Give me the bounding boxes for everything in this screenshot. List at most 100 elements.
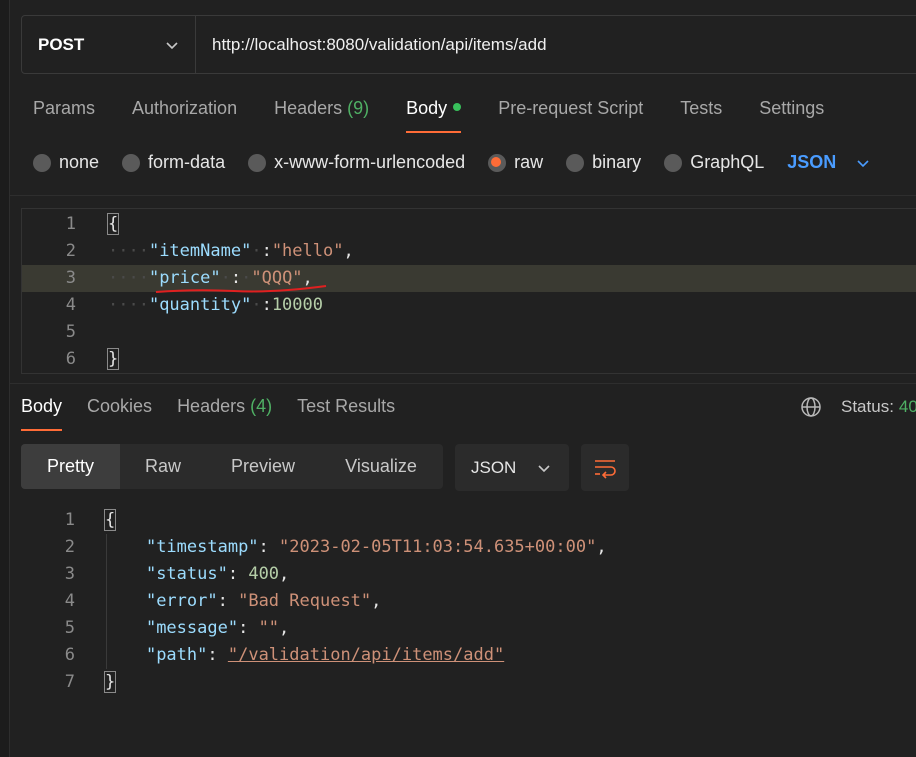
radio-raw[interactable]: raw <box>488 152 543 173</box>
json-value: "Bad Request" <box>238 591 372 611</box>
response-line: 6 "path": "/validation/api/items/add" <box>21 642 916 669</box>
radio-circle <box>122 153 141 172</box>
radio-circle <box>566 153 585 172</box>
tab-test-results[interactable]: Test Results <box>297 396 395 432</box>
view-label: Pretty <box>46 456 94 476</box>
close-brace: } <box>106 348 120 370</box>
tab-label: Pre-request Script <box>498 98 644 118</box>
json-value: 400 <box>248 564 280 584</box>
line-number: 4 <box>65 295 76 315</box>
tab-tests[interactable]: Tests <box>680 98 722 134</box>
response-body[interactable]: 1 { 2 "timestamp": "2023-02-05T11:03:54.… <box>21 507 916 697</box>
tab-body[interactable]: Body <box>406 98 462 134</box>
response-line: 3 "status": 400, <box>21 561 916 588</box>
radio-label: binary <box>592 152 642 172</box>
divider <box>9 195 916 196</box>
tab-response-body[interactable]: Body <box>21 396 63 432</box>
open-brace: { <box>106 213 120 235</box>
json-key: "error" <box>145 591 218 611</box>
response-tabs: Body Cookies Headers (4) Test Results <box>21 396 420 432</box>
json-key: "message" <box>145 618 239 638</box>
radio-label: raw <box>514 152 544 172</box>
line-number: 5 <box>65 322 76 342</box>
tab-response-headers[interactable]: Headers (4) <box>177 396 272 432</box>
radio-form-data[interactable]: form-data <box>122 152 225 173</box>
radio-circle <box>664 153 683 172</box>
line-number: 1 <box>64 510 75 530</box>
radio-circle-selected <box>488 153 507 172</box>
tab-params[interactable]: Params <box>33 98 95 134</box>
radio-binary[interactable]: binary <box>566 152 641 173</box>
json-key: "timestamp" <box>145 537 259 557</box>
json-key: "status" <box>145 564 228 584</box>
radio-label: none <box>59 152 100 172</box>
line-number: 2 <box>65 241 76 261</box>
response-format-select[interactable]: JSON <box>455 444 569 491</box>
body-format-label: JSON <box>787 152 837 172</box>
json-value: 10000 <box>271 295 323 315</box>
status-value: 40 <box>898 397 916 416</box>
wrap-lines-button[interactable] <box>581 444 629 491</box>
radio-urlencoded[interactable]: x-www-form-urlencoded <box>248 152 465 173</box>
radio-none[interactable]: none <box>33 152 99 173</box>
response-line: 4 "error": "Bad Request", <box>21 588 916 615</box>
line-number: 4 <box>64 591 75 611</box>
view-pretty-button[interactable]: Pretty <box>21 444 120 489</box>
request-tabs: Params Authorization Headers (9) Body Pr… <box>33 98 861 134</box>
view-visualize-button[interactable]: Visualize <box>320 444 442 489</box>
json-key: "itemName" <box>148 241 252 261</box>
divider <box>9 383 916 384</box>
radio-graphql[interactable]: GraphQL <box>664 152 764 173</box>
tab-label: Params <box>33 98 96 118</box>
open-brace: { <box>103 509 117 531</box>
response-line: 2 "timestamp": "2023-02-05T11:03:54.635+… <box>21 534 916 561</box>
chevron-down-icon <box>538 464 550 472</box>
tab-label: Headers <box>177 396 246 416</box>
view-preview-button[interactable]: Preview <box>206 444 320 489</box>
chevron-down-icon <box>857 159 869 167</box>
radio-label: GraphQL <box>690 152 765 172</box>
response-line: 7 } <box>21 669 916 696</box>
line-number: 6 <box>64 645 75 665</box>
tab-label: Test Results <box>297 396 396 416</box>
line-number: 3 <box>64 564 75 584</box>
tab-headers[interactable]: Headers (9) <box>274 98 369 134</box>
radio-circle <box>248 153 267 172</box>
json-value: "" <box>258 618 280 638</box>
url-text: http://localhost:8080/validation/api/ite… <box>212 34 547 54</box>
line-number: 3 <box>65 268 76 288</box>
editor-line: 6 } <box>22 346 916 373</box>
code-text: { <box>103 507 117 534</box>
tab-settings[interactable]: Settings <box>759 98 824 134</box>
body-format-select[interactable]: JSON <box>787 152 870 173</box>
response-view-switcher: Pretty Raw Preview Visualize <box>21 444 443 489</box>
path-link[interactable]: "/validation/api/items/add" <box>228 645 504 665</box>
json-key: "quantity" <box>148 295 252 315</box>
code-text: ····"quantity"·:10000 <box>108 295 323 315</box>
json-value: "hello" <box>271 241 344 261</box>
tab-label: Tests <box>680 98 723 118</box>
code-text: ····"itemName"·:"hello", <box>108 241 354 261</box>
response-line: 1 { <box>21 507 916 534</box>
tab-label: Authorization <box>132 98 238 118</box>
code-text: { <box>106 211 120 238</box>
code-text: } <box>106 346 120 373</box>
tab-authorization[interactable]: Authorization <box>132 98 237 134</box>
url-input[interactable]: http://localhost:8080/validation/api/ite… <box>196 16 916 73</box>
radio-circle <box>33 153 51 172</box>
tab-cookies[interactable]: Cookies <box>87 396 152 432</box>
view-label: Raw <box>144 456 181 476</box>
tab-pre-request-script[interactable]: Pre-request Script <box>498 98 643 134</box>
status-label: Status: <box>841 397 894 416</box>
response-line: 5 "message": "", <box>21 615 916 642</box>
red-underline-annotation <box>155 285 327 293</box>
method-label: POST <box>38 34 85 54</box>
response-status: Status: 40 <box>800 396 916 418</box>
view-label: Preview <box>230 456 296 476</box>
globe-icon[interactable] <box>800 396 822 418</box>
method-select[interactable]: POST <box>22 16 196 73</box>
view-raw-button[interactable]: Raw <box>120 444 206 489</box>
wrap-lines-icon <box>595 459 616 479</box>
code-text: "status": 400, <box>145 564 290 584</box>
code-text: "message": "", <box>145 618 290 638</box>
